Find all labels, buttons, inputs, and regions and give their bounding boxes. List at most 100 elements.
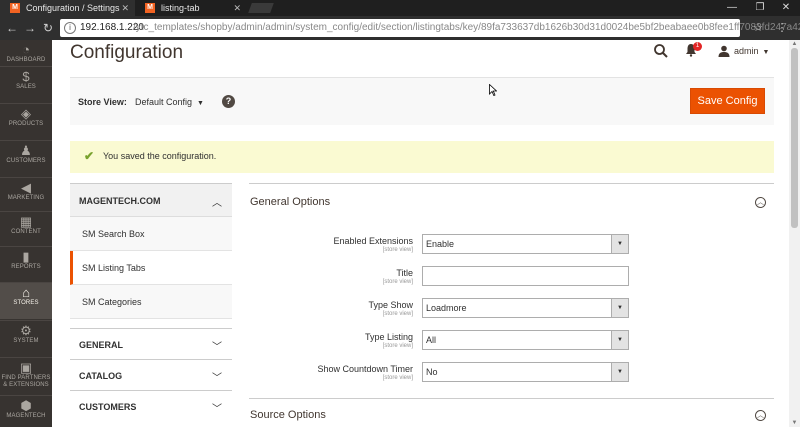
- menu-divider: [0, 282, 52, 283]
- close-tab-icon[interactable]: ✕: [121, 0, 129, 16]
- megaphone-icon: ◀: [21, 180, 31, 195]
- address-bar: ← → ↻ i 192.168.1.220 /ytc_templates/sho…: [0, 16, 800, 40]
- search-icon[interactable]: [653, 43, 669, 59]
- info-icon[interactable]: i: [64, 22, 76, 34]
- dropdown-arrow-icon: ▼: [611, 299, 628, 317]
- collapse-section-icon[interactable]: ︿: [755, 410, 766, 421]
- store-view-bar: Store View: Default Config ▼ ? Save Confi…: [70, 77, 774, 125]
- checkmark-icon: ✔: [84, 149, 95, 163]
- help-icon[interactable]: ?: [222, 95, 235, 108]
- chevron-down-icon: ▼: [197, 100, 204, 107]
- source-options-title[interactable]: Source Options: [250, 409, 326, 421]
- hexagon-icon: ⬢: [20, 398, 32, 413]
- dollar-icon: $: [22, 69, 30, 84]
- scroll-up-arrow-icon[interactable]: ▲: [789, 40, 800, 48]
- user-account-menu[interactable]: admin ▼: [718, 43, 769, 59]
- field-label: Show Countdown Timer: [317, 364, 413, 374]
- tab-sm-search-box[interactable]: SM Search Box: [70, 217, 232, 251]
- show-countdown-timer-select[interactable]: No ▼: [422, 362, 629, 382]
- close-window-icon[interactable]: ✕: [772, 0, 800, 16]
- admin-sidebar: ◔ DASHBOARD $ SALES ◈ PRODUCTS ♟ CUSTOMERS ◀ MARK…: [0, 40, 52, 427]
- chevron-down-icon: ﹀: [212, 342, 222, 353]
- menu-divider: [0, 211, 52, 212]
- tab-group-customers[interactable]: CUSTOMERS ﹀: [70, 390, 232, 421]
- menu-divider: [0, 140, 52, 141]
- enabled-extensions-select[interactable]: Enable ▼: [422, 234, 629, 254]
- user-name: admin: [734, 46, 759, 56]
- admin-menu-label: MARKETING: [7, 195, 45, 201]
- dropdown-arrow-icon: ▼: [611, 363, 628, 381]
- tab-group-general[interactable]: GENERAL ﹀: [70, 328, 232, 359]
- layout-icon: ▦: [19, 214, 33, 229]
- admin-menu-label: PRODUCTS: [8, 121, 44, 127]
- tab-group-catalog[interactable]: CATALOG ﹀: [70, 359, 232, 390]
- tab-sm-listing-tabs[interactable]: SM Listing Tabs: [70, 251, 232, 285]
- notifications-bell-icon[interactable]: 1: [685, 42, 702, 59]
- star-icon[interactable]: ☆: [750, 20, 766, 36]
- admin-menu-item-marketing[interactable]: ◀ MARKETING: [0, 178, 52, 214]
- store-view-label: Store View:: [78, 97, 127, 107]
- dropdown-arrow-icon: ▼: [611, 331, 628, 349]
- browser-tab-configuration[interactable]: M Configuration / Settings ✕: [0, 0, 135, 16]
- tab-sm-categories[interactable]: SM Categories: [70, 285, 232, 319]
- browser-tab-listing[interactable]: M listing-tab ✕: [135, 0, 247, 16]
- menu-divider: [0, 177, 52, 178]
- admin-menu-label: STORES: [13, 300, 39, 306]
- back-arrow-icon[interactable]: ←: [4, 20, 20, 36]
- page-title: Configuration: [70, 42, 184, 63]
- type-show-select[interactable]: Loadmore ▼: [422, 298, 629, 318]
- blocks-icon: ▣: [19, 360, 33, 375]
- config-tabs-sidebar: MAGENTECH.COM ︿ SM Search Box SM Listing…: [70, 183, 232, 427]
- menu-divider: [0, 246, 52, 247]
- general-options-title[interactable]: General Options: [250, 196, 330, 208]
- admin-menu-label: DASHBOARD: [6, 57, 46, 63]
- admin-menu-item-system[interactable]: ⚙ SYSTEM: [0, 321, 52, 357]
- new-tab-button[interactable]: [248, 3, 274, 13]
- collapse-section-icon[interactable]: ︿: [755, 197, 766, 208]
- store-icon: ⌂: [22, 285, 30, 300]
- title-input[interactable]: [422, 266, 629, 286]
- browser-tab-title: Configuration / Settings: [26, 3, 120, 13]
- field-scope: [store view]: [382, 247, 413, 253]
- store-view-switcher[interactable]: Default Config ▼: [135, 97, 204, 107]
- minimize-icon[interactable]: —: [718, 0, 746, 16]
- magentech-tab-group-header[interactable]: MAGENTECH.COM ︿: [70, 183, 232, 217]
- tab-group-label: GENERAL: [79, 340, 124, 350]
- section-divider: [249, 398, 774, 399]
- field-scope: [store view]: [382, 279, 413, 285]
- scroll-down-arrow-icon[interactable]: ▼: [789, 419, 800, 427]
- scrollbar-thumb[interactable]: [791, 48, 798, 228]
- admin-menu-item-find-partners-extensions[interactable]: ▣ FIND PARTNERS & EXTENSIONS: [0, 358, 52, 396]
- field-scope: [store view]: [382, 375, 413, 381]
- save-config-button[interactable]: Save Config: [690, 88, 765, 114]
- admin-menu-item-reports[interactable]: ▮ REPORTS: [0, 247, 52, 283]
- select-value: No: [426, 367, 438, 377]
- url-field[interactable]: i 192.168.1.220 /ytc_templates/shopby/ad…: [60, 19, 800, 37]
- notification-count-badge: 1: [693, 42, 702, 51]
- chevron-down-icon: ▼: [762, 49, 770, 56]
- browser-tab-bar: M Configuration / Settings ✕ M listing-t…: [0, 0, 800, 16]
- store-view-value: Default Config: [135, 97, 193, 107]
- admin-menu-label: FIND PARTNERS & EXTENSIONS: [1, 375, 51, 388]
- admin-menu-item-stores[interactable]: ⌂ STORES: [0, 283, 52, 319]
- dashboard-icon: ◔: [22, 42, 30, 57]
- admin-menu-item-customers[interactable]: ♟ CUSTOMERS: [0, 141, 52, 177]
- admin-menu-item-sales[interactable]: $ SALES: [0, 67, 52, 103]
- field-scope: [store view]: [382, 311, 413, 317]
- browser-menu-icon[interactable]: ⋮: [774, 20, 790, 36]
- gear-icon: ⚙: [20, 323, 32, 338]
- admin-menu-item-magentech[interactable]: ⬢ MAGENTECH: [0, 396, 52, 427]
- bar-chart-icon: ▮: [22, 249, 30, 264]
- reload-icon[interactable]: ↻: [40, 20, 56, 36]
- select-value: All: [426, 335, 437, 345]
- forward-arrow-icon[interactable]: →: [22, 20, 38, 36]
- tab-group-label: MAGENTECH.COM: [79, 196, 161, 206]
- mouse-cursor-icon: [489, 84, 497, 96]
- admin-menu-item-products[interactable]: ◈ PRODUCTS: [0, 104, 52, 140]
- field-show-countdown-timer: Show Countdown Timer [store view] No ▼: [250, 360, 770, 386]
- admin-menu-label: SYSTEM: [13, 338, 39, 344]
- close-tab-icon[interactable]: ✕: [233, 0, 241, 16]
- admin-menu-item-content[interactable]: ▦ CONTENT: [0, 212, 52, 248]
- restore-icon[interactable]: ❐: [746, 0, 774, 16]
- type-listing-select[interactable]: All ▼: [422, 330, 629, 350]
